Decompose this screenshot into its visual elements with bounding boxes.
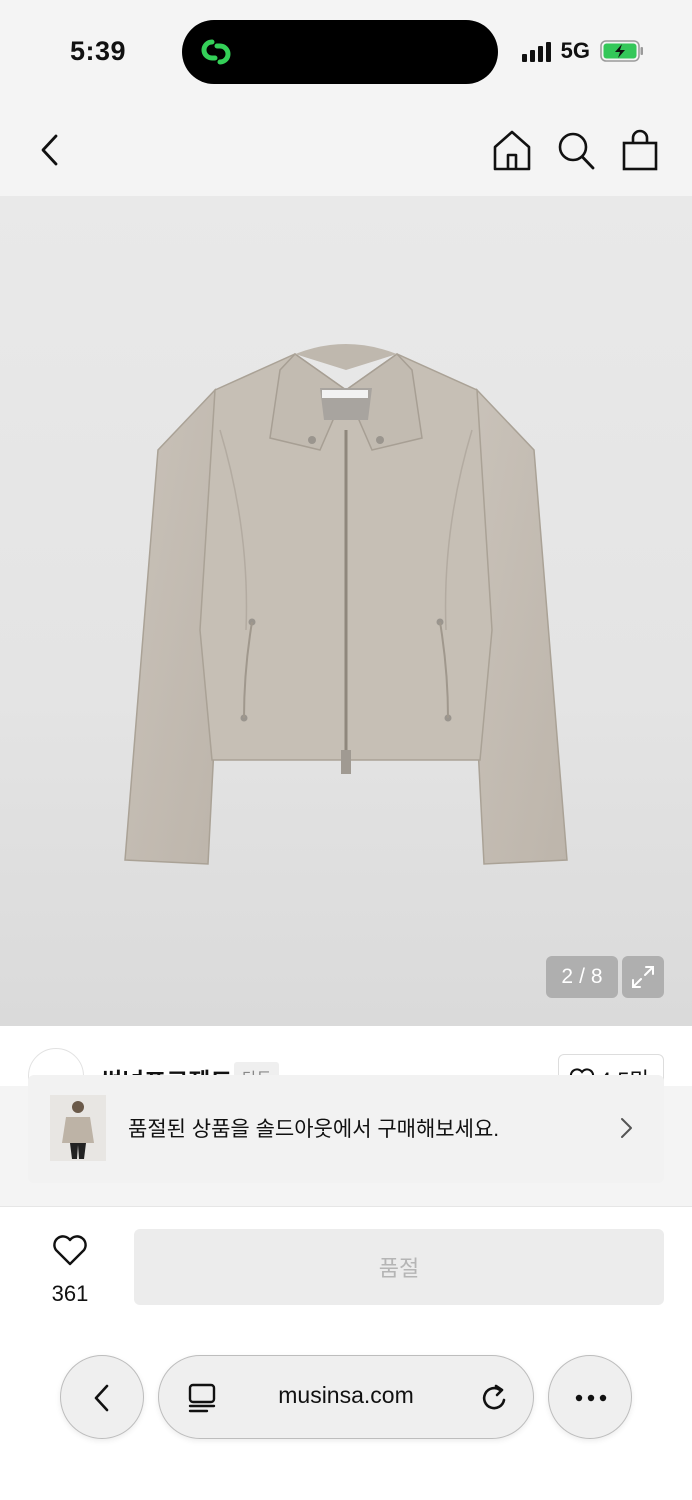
image-counter: 2 / 8 [546, 956, 618, 998]
tabs-icon[interactable] [187, 1382, 217, 1414]
counter-current: 2 [561, 965, 574, 988]
shopping-bag-icon[interactable] [620, 128, 660, 172]
battery-icon [600, 40, 643, 62]
link-rings-icon [201, 39, 231, 65]
soldout-button[interactable]: 품절 [134, 1229, 664, 1305]
banner-thumbnail [50, 1095, 106, 1161]
chevron-right-icon [621, 1118, 632, 1138]
bottom-action-bar: 361 품절 musinsa.com [0, 1207, 692, 1500]
heart-icon [53, 1235, 87, 1266]
jacket-illustration [124, 344, 568, 865]
soldout-banner[interactable]: 품절된 상품을 솔드아웃에서 구매해보세요. [28, 1075, 664, 1183]
more-button[interactable] [548, 1355, 632, 1439]
dynamic-island [182, 20, 498, 84]
status-indicators: 5G [521, 38, 644, 64]
expand-arrows-icon [632, 966, 654, 988]
counter-separator: / [579, 965, 585, 988]
banner-text: 품절된 상품을 솔드아웃에서 구매해보세요. [128, 1118, 500, 1141]
status-time: 5:39 [70, 36, 127, 66]
product-image[interactable]: suddsengproject 2 / 8 [0, 196, 692, 1026]
reload-icon[interactable] [479, 1381, 511, 1415]
address-url[interactable]: musinsa.com [239, 1382, 453, 1409]
ellipsis-icon [575, 1394, 607, 1402]
address-bar[interactable]: musinsa.com [158, 1355, 534, 1439]
expand-button[interactable] [622, 956, 664, 998]
chevron-left-icon [94, 1384, 109, 1412]
network-label: 5G [560, 38, 590, 63]
home-icon[interactable] [492, 128, 532, 172]
counter-total: 8 [590, 965, 603, 988]
browser-back-button[interactable] [60, 1355, 144, 1439]
wishlist-count: 361 [51, 1281, 89, 1306]
search-icon[interactable] [556, 128, 596, 172]
wishlist-button[interactable]: 361 [32, 1229, 110, 1309]
top-navigation [0, 104, 692, 196]
chevron-left-icon[interactable] [32, 130, 68, 170]
signal-icon [521, 40, 551, 62]
status-bar: 5:39 5G [0, 0, 692, 104]
